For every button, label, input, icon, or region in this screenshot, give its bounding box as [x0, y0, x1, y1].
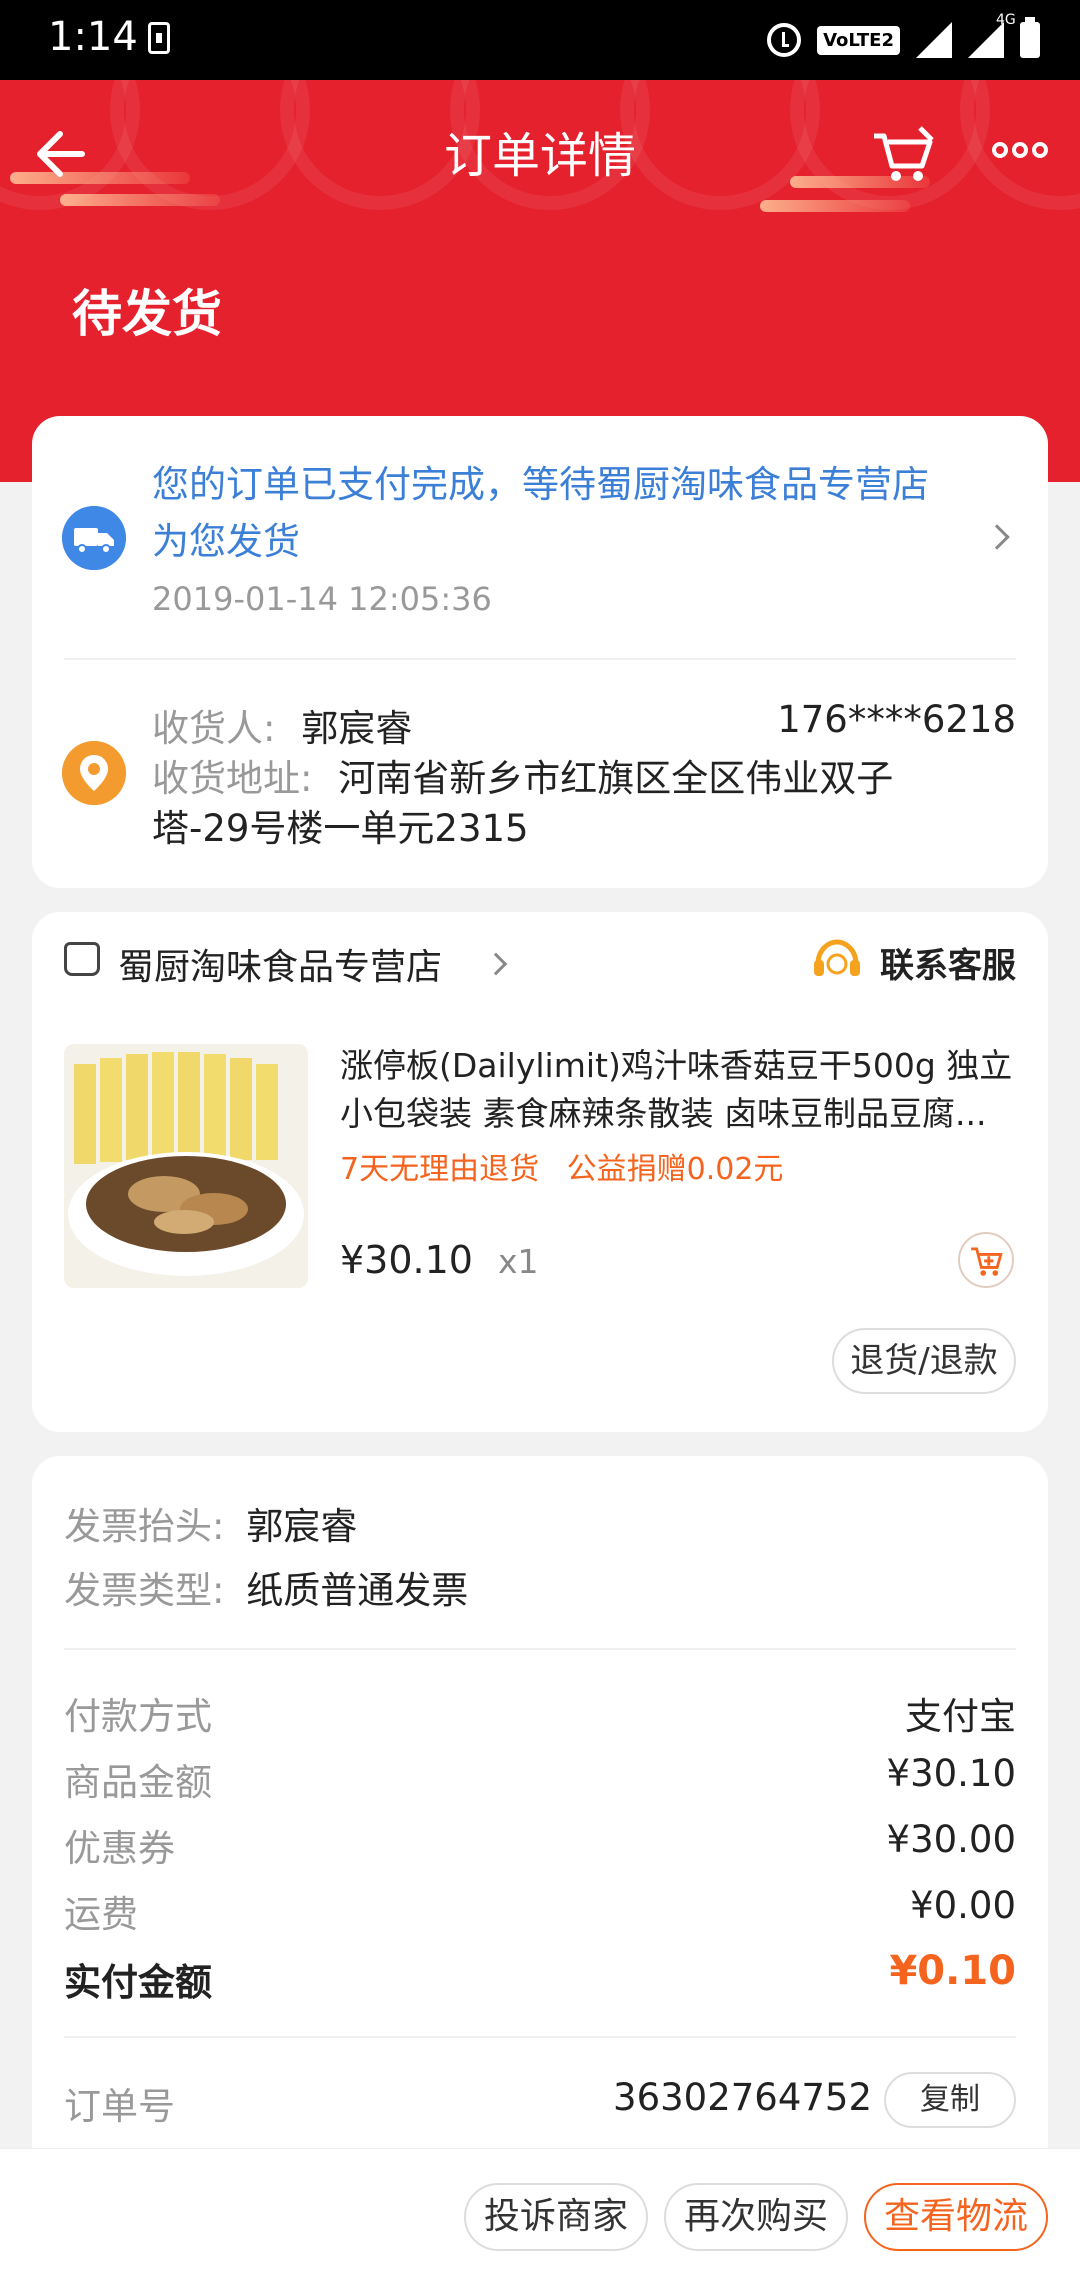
network-type-label: 4G: [996, 12, 1016, 28]
location-pin-icon: [62, 741, 126, 805]
invoice-title-value: 郭宸睿: [246, 1505, 358, 1548]
return-policy-tag: 7天无理由退货: [340, 1152, 540, 1187]
invoice-title-label: 发票抬头:: [64, 1505, 225, 1548]
volte-badge: VoLTE2: [817, 25, 900, 55]
add-to-cart-icon[interactable]: [958, 1232, 1014, 1288]
store-name: 蜀厨淘味食品专营店: [118, 947, 443, 988]
alarm-icon: [767, 23, 802, 57]
complain-button[interactable]: 投诉商家: [464, 2183, 648, 2251]
recipient-name: 郭宸睿: [301, 707, 413, 750]
customer-service-label: 联系客服: [880, 946, 1016, 986]
divider: [64, 1648, 1016, 1650]
divider: [64, 2036, 1016, 2038]
paid-timestamp: 2019-01-14 12:05:36: [152, 580, 492, 618]
status-time: 1:14: [48, 14, 138, 60]
more-icon[interactable]: [990, 130, 1050, 170]
order-status-title: 待发货: [72, 285, 222, 343]
address-line-2: 塔-29号楼一单元2315: [152, 807, 529, 850]
divider: [64, 658, 1016, 660]
header-decoration: [60, 194, 220, 206]
product-name[interactable]: 涨停板(Dailylimit)鸡汁味香菇豆干500g 独立小包袋装 素食麻辣条散…: [340, 1042, 1020, 1138]
recipient-name-row: 收货人: 郭宸睿: [152, 698, 412, 752]
battery-icon: [1020, 17, 1040, 58]
copy-button[interactable]: 复制: [884, 2072, 1016, 2128]
chevron-right-icon: [484, 952, 508, 976]
buy-again-button[interactable]: 再次购买: [664, 2183, 848, 2251]
address-row: 收货地址: 河南省新乡市红旗区全区伟业双子: [152, 748, 893, 802]
address-line-1: 河南省新乡市红旗区全区伟业双子: [338, 757, 894, 800]
invoice-title-row: 发票抬头: 郭宸睿: [64, 1496, 357, 1550]
cart-icon[interactable]: [870, 120, 940, 190]
refund-button[interactable]: 退货/退款: [832, 1328, 1016, 1394]
download-icon: [148, 22, 170, 54]
order-number-label: 订单号: [64, 2085, 175, 2128]
goods-amount-label: 商品金额: [64, 1761, 212, 1804]
payment-method-label: 付款方式: [64, 1695, 212, 1738]
shop-icon: [64, 942, 100, 976]
product-quantity: x1: [498, 1242, 539, 1281]
coupon-value: ¥30.00: [886, 1818, 1016, 1861]
payment-method-value: 支付宝: [905, 1695, 1016, 1738]
status-icons: VoLTE2 4G: [767, 12, 1040, 62]
signal-4g-icon: 4G: [968, 12, 1016, 58]
invoice-type-label: 发票类型:: [64, 1569, 225, 1612]
signal-icon: [916, 22, 952, 58]
chevron-right-icon: [984, 524, 1010, 550]
product-image[interactable]: [64, 1044, 308, 1288]
header-decoration: [760, 200, 910, 212]
recipient-phone: 176****6218: [777, 698, 1016, 741]
product-card: 蜀厨淘味食品专营店 联系客服 涨停板(Dailylimit)鸡汁味香菇豆干500…: [32, 912, 1048, 1432]
paid-amount-label: 实付金额: [64, 1961, 212, 2004]
shipping-fee-value: ¥0.00: [910, 1884, 1016, 1927]
coupon-label: 优惠券: [64, 1827, 175, 1870]
view-logistics-button[interactable]: 查看物流: [864, 2183, 1048, 2251]
status-bar: 1:14 VoLTE2 4G: [0, 0, 1080, 80]
goods-amount-value: ¥30.10: [886, 1752, 1016, 1795]
bottom-action-bar: 投诉商家 再次购买 查看物流: [0, 2148, 1080, 2280]
address-label: 收货地址:: [152, 757, 313, 800]
product-tags: 7天无理由退货 公益捐赠0.02元: [340, 1144, 801, 1188]
recipient-name-label: 收货人:: [152, 707, 276, 750]
delivery-truck-icon: [62, 506, 126, 570]
invoice-type-row: 发票类型: 纸质普通发票: [64, 1560, 468, 1614]
shipping-fee-label: 运费: [64, 1893, 138, 1936]
donation-tag: 公益捐赠0.02元: [566, 1152, 784, 1187]
paid-amount-value: ¥0.10: [889, 1948, 1016, 1994]
headset-icon: [814, 939, 860, 976]
product-price: ¥30.10: [340, 1238, 473, 1282]
order-number-value: 36302764752: [613, 2076, 872, 2119]
shipping-card: 您的订单已支付完成，等待蜀厨淘味食品专营店为您发货 2019-01-14 12:…: [32, 416, 1048, 888]
invoice-type-value: 纸质普通发票: [246, 1569, 469, 1612]
shipping-message: 您的订单已支付完成，等待蜀厨淘味食品专营店为您发货: [152, 463, 929, 563]
